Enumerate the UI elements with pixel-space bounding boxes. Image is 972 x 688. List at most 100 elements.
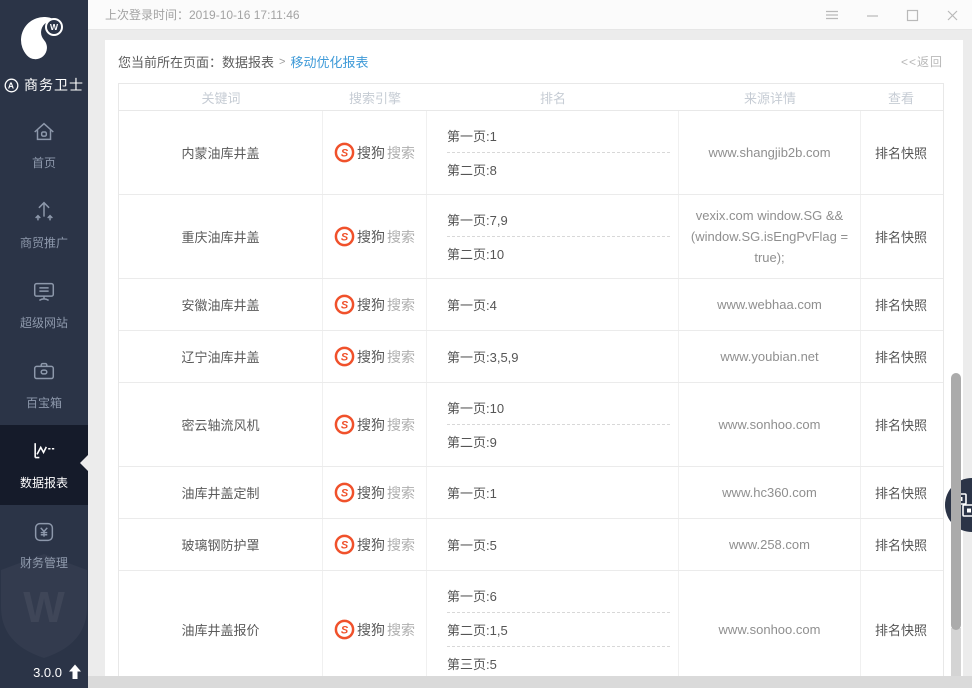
breadcrumb-prefix: 您当前所在页面：数据报表 [118,52,274,71]
minimize-button[interactable] [852,0,892,30]
update-arrow-icon[interactable] [68,664,82,680]
engine-name-secondary: 搜索 [387,143,415,163]
scrollbar-thumb[interactable] [951,373,961,630]
website-icon [31,279,57,305]
keyword-text: 辽宁油库井盖 [181,347,259,366]
sidebar-item-label: 首页 [32,154,56,171]
keyword-cell: 玻璃钢防护罩 [119,519,323,570]
svg-text:S: S [341,420,349,432]
back-link[interactable]: <<返回 [901,53,943,70]
sidebar-item-website[interactable]: 超级网站 [0,265,88,345]
view-cell: 排名快照 [861,111,941,194]
svg-text:S: S [341,148,349,160]
sogou-logo-icon: S [334,414,355,435]
ranking-entry: 第一页:3,5,9 [447,340,670,373]
source-text: vexix.com window.SG && (window.SG.isEngP… [688,205,851,268]
ranking-cell: 第一页:10第二页:9 [427,383,679,466]
source-cell: www.webhaa.com [679,279,861,330]
app-logo-icon: W [17,13,71,67]
svg-text:W: W [50,22,59,32]
table-row: 内蒙油库井盖 S 搜狗 搜索 第一页:1第二页:8 www.shangjib2b… [119,111,943,195]
source-cell: www.sonhoo.com [679,383,861,466]
col-source: 来源详情 [679,88,861,107]
keyword-cell: 油库井盖定制 [119,467,323,518]
sidebar-item-toolbox[interactable]: 百宝箱 [0,345,88,425]
ranking-cell: 第一页:6第二页:1,5第三页:5 [427,571,679,676]
source-cell: vexix.com window.SG && (window.SG.isEngP… [679,195,861,278]
engine-name-secondary: 搜索 [387,295,415,315]
engine-name-primary: 搜狗 [357,295,385,315]
sidebar-item-promotion[interactable]: 商贸推广 [0,185,88,265]
table-header: 关键词 搜索引擎 排名 来源详情 查看 [119,84,943,111]
rank-snapshot-link[interactable]: 排名快照 [875,415,927,434]
ranking-entry: 第一页:7,9 [447,203,670,237]
breadcrumb-current-link[interactable]: 移动优化报表 [290,52,368,71]
rank-snapshot-link[interactable]: 排名快照 [875,227,927,246]
title-bar: 上次登录时间：2019-10-16 17:11:46 [88,0,972,30]
rank-snapshot-link[interactable]: 排名快照 [875,535,927,554]
rank-snapshot-link[interactable]: 排名快照 [875,295,927,314]
main-panel: 您当前所在页面：数据报表 > 移动优化报表 <<返回 关键词 搜索引擎 排名 来… [105,40,963,676]
view-cell: 排名快照 [861,195,941,278]
sidebar-item-home[interactable]: 首页 [0,105,88,185]
source-text: www.webhaa.com [717,294,822,315]
maximize-icon [906,9,919,22]
toolbox-icon [31,359,57,385]
ranking-cell: 第一页:1第二页:8 [427,111,679,194]
rank-snapshot-link[interactable]: 排名快照 [875,483,927,502]
close-button[interactable] [932,0,972,30]
sogou-logo-icon: S [334,534,355,555]
source-cell: www.hc360.com [679,467,861,518]
ranking-table: 关键词 搜索引擎 排名 来源详情 查看 内蒙油库井盖 S 搜狗 搜索 第一页:1… [118,83,944,676]
promotion-icon [31,199,57,225]
engine-cell: S 搜狗 搜索 [323,279,427,330]
ranking-entry: 第三页:5 [447,647,670,676]
maximize-button[interactable] [892,0,932,30]
engine-name-secondary: 搜索 [387,347,415,367]
sidebar-item-reports[interactable]: 数据报表 [0,425,88,505]
finance-icon [31,519,57,545]
sogou-logo-icon: S [334,619,355,640]
menu-icon [825,8,839,22]
table-row: 重庆油库井盖 S 搜狗 搜索 第一页:7,9第二页:10 vexix.com w… [119,195,943,279]
rank-snapshot-link[interactable]: 排名快照 [875,143,927,162]
keyword-text: 玻璃钢防护罩 [181,535,259,554]
ranking-entry: 第一页:4 [447,288,670,321]
home-icon [31,119,57,145]
ranking-cell: 第一页:7,9第二页:10 [427,195,679,278]
engine-cell: S 搜狗 搜索 [323,195,427,278]
bottom-strip [88,676,972,688]
scrollbar-track [951,628,961,676]
ranking-entry: 第二页:10 [447,237,670,270]
engine-name-primary: 搜狗 [357,620,385,640]
ranking-entry: 第一页:1 [447,476,670,509]
sogou-logo-icon: S [334,226,355,247]
rank-snapshot-link[interactable]: 排名快照 [875,620,927,639]
source-text: www.hc360.com [722,482,817,503]
keyword-cell: 重庆油库井盖 [119,195,323,278]
svg-text:S: S [341,232,349,244]
col-engine: 搜索引擎 [323,88,427,107]
keyword-text: 油库井盖报价 [181,620,259,639]
engine-name-primary: 搜狗 [357,143,385,163]
window-controls [812,0,972,30]
last-login-text: 上次登录时间：2019-10-16 17:11:46 [105,6,300,23]
rank-snapshot-link[interactable]: 排名快照 [875,347,927,366]
ranking-cell: 第一页:4 [427,279,679,330]
table-row: 辽宁油库井盖 S 搜狗 搜索 第一页:3,5,9 www.youbian.net… [119,331,943,383]
sogou-logo-icon: S [334,142,355,163]
ranking-entry: 第二页:8 [447,153,670,186]
engine-cell: S 搜狗 搜索 [323,383,427,466]
brand-row: A 商务卫士 [0,75,88,95]
menu-button[interactable] [812,0,852,30]
col-view: 查看 [861,88,941,107]
engine-name-primary: 搜狗 [357,415,385,435]
source-text: www.sonhoo.com [719,619,821,640]
version-label: 3.0.0 [33,665,62,680]
brand-badge-icon: A [4,78,19,93]
engine-cell: S 搜狗 搜索 [323,467,427,518]
close-icon [946,9,959,22]
brand-name: 商务卫士 [24,75,84,95]
svg-text:A: A [8,80,15,90]
source-text: www.sonhoo.com [719,414,821,435]
